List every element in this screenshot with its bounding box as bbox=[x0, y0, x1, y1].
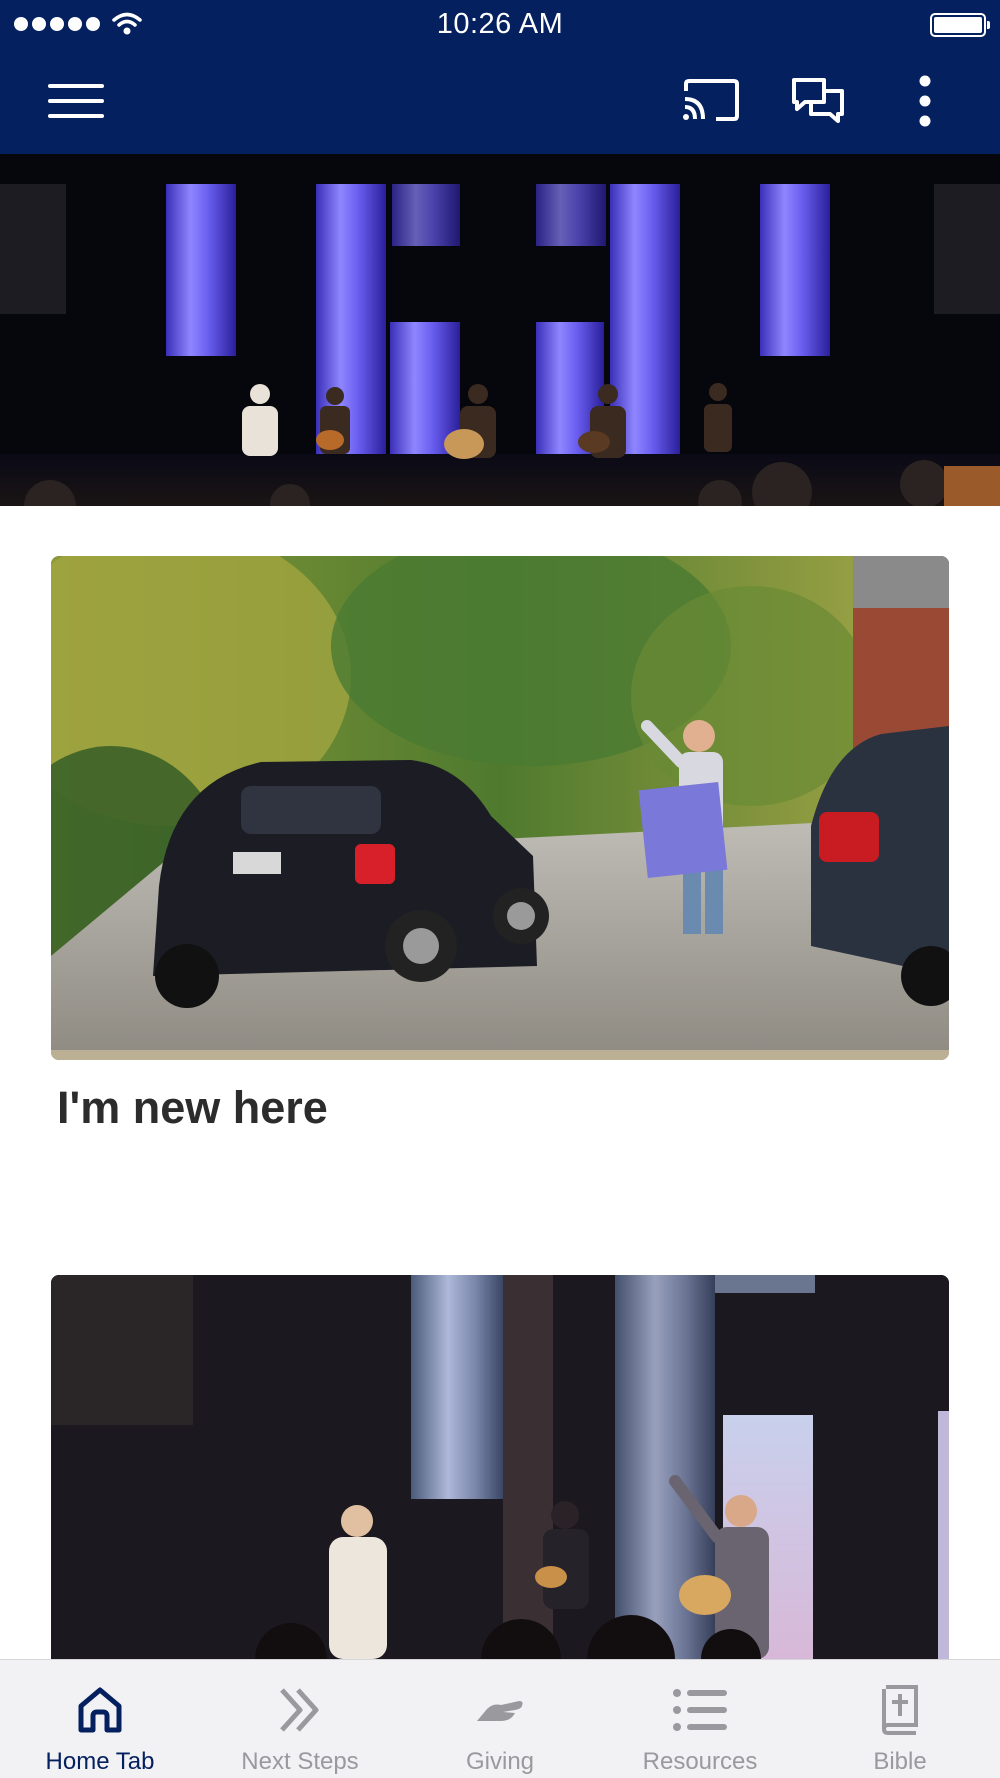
tab-label: Bible bbox=[873, 1748, 927, 1775]
chat-icon bbox=[792, 78, 844, 123]
parking-lot-greeter-photo bbox=[51, 556, 949, 1060]
worship-band-photo bbox=[51, 1275, 949, 1659]
bible-icon bbox=[881, 1685, 918, 1735]
hero-image[interactable] bbox=[0, 154, 1000, 506]
tab-resources[interactable]: Resources bbox=[600, 1660, 800, 1778]
more-vertical-icon bbox=[919, 75, 931, 127]
battery-icon bbox=[930, 13, 990, 37]
card-im-new-here-image[interactable] bbox=[51, 556, 949, 1060]
worship-stage-photo bbox=[0, 154, 1000, 506]
tab-label: Next Steps bbox=[241, 1748, 359, 1775]
tab-home[interactable]: Home Tab bbox=[0, 1660, 200, 1778]
more-options-button[interactable] bbox=[905, 72, 945, 130]
tab-label: Resources bbox=[642, 1748, 758, 1775]
tab-label: Giving bbox=[465, 1748, 535, 1775]
tab-bible[interactable]: Bible bbox=[800, 1660, 1000, 1778]
menu-button[interactable] bbox=[44, 78, 108, 124]
app-bar bbox=[0, 50, 1000, 154]
chat-button[interactable] bbox=[788, 74, 848, 128]
tab-label: Home Tab bbox=[45, 1748, 155, 1775]
hamburger-icon bbox=[48, 84, 104, 118]
tab-next-steps[interactable]: Next Steps bbox=[200, 1660, 400, 1778]
cast-icon bbox=[683, 79, 739, 121]
home-icon bbox=[78, 1687, 122, 1733]
list-icon bbox=[673, 1689, 727, 1731]
card-worship-image[interactable] bbox=[51, 1275, 949, 1659]
app-header: 10:26 AM bbox=[0, 0, 1000, 154]
card-title[interactable]: I'm new here bbox=[57, 1082, 328, 1134]
bottom-tab-bar: Home Tab Next Steps Giving Resources Bib… bbox=[0, 1659, 1000, 1778]
tab-giving[interactable]: Giving bbox=[400, 1660, 600, 1778]
double-chevron-icon bbox=[280, 1688, 319, 1732]
giving-hand-icon bbox=[477, 1701, 523, 1721]
status-bar: 10:26 AM bbox=[0, 0, 1000, 50]
cast-button[interactable] bbox=[678, 74, 744, 126]
status-time: 10:26 AM bbox=[436, 8, 564, 40]
